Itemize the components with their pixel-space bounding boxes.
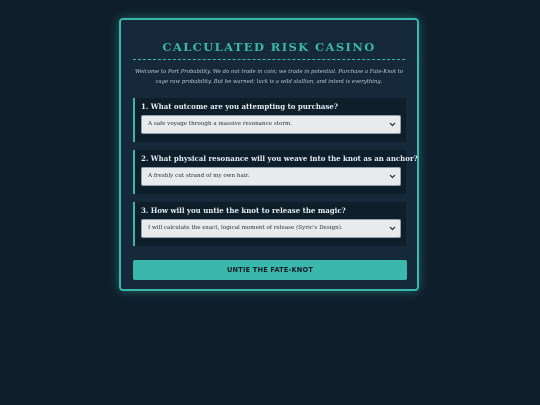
intro-text: Welcome to Port Probability. We do not t… <box>135 69 403 85</box>
select-value: A safe voyage through a massive resonanc… <box>148 121 293 127</box>
outcome-select[interactable]: A safe voyage through a massive resonanc… <box>141 115 401 134</box>
chevron-down-icon <box>389 220 396 237</box>
question-anchor: 2. What physical resonance will you weav… <box>133 150 418 194</box>
untie-knot-button[interactable]: UNTIE THE FATE-KNOT <box>133 260 407 280</box>
chevron-down-icon <box>389 116 396 133</box>
select-value: A freshly cut strand of my own hair. <box>148 173 250 179</box>
question-outcome: 1. What outcome are you attempting to pu… <box>133 98 406 142</box>
release-select[interactable]: I will calculate the exact, logical mome… <box>141 219 401 238</box>
question-release: 3. How will you untie the knot to releas… <box>133 202 406 246</box>
casino-panel: CALCULATED RISK CASINO Welcome to Port P… <box>119 18 419 291</box>
chevron-down-icon <box>389 168 396 185</box>
page-title: CALCULATED RISK CASINO <box>162 40 376 54</box>
question-label: 2. What physical resonance will you weav… <box>141 154 418 163</box>
anchor-select[interactable]: A freshly cut strand of my own hair. <box>141 167 401 186</box>
select-value: I will calculate the exact, logical mome… <box>148 225 343 231</box>
title-divider <box>133 59 405 60</box>
question-label: 1. What outcome are you attempting to pu… <box>141 102 338 111</box>
question-label: 3. How will you untie the knot to releas… <box>141 206 346 215</box>
